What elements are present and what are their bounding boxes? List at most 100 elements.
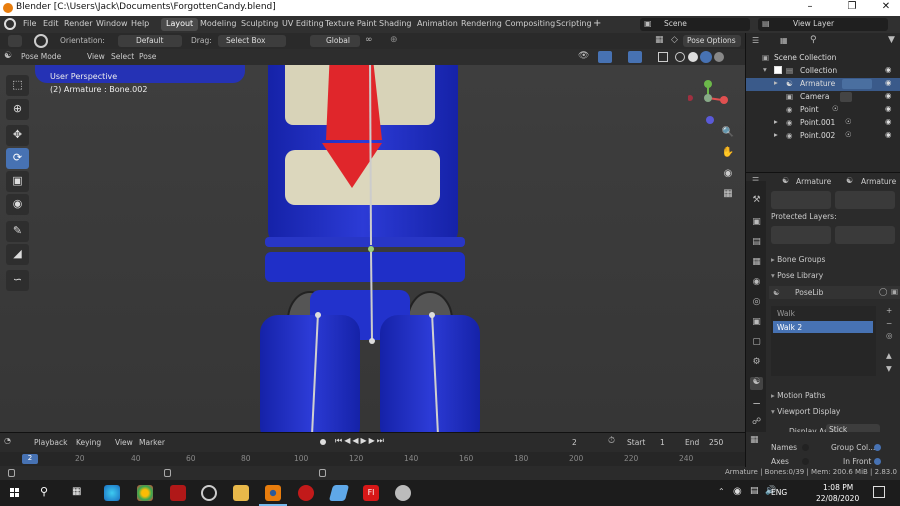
axes-checkbox[interactable]: [802, 458, 809, 465]
playback-controls-icon[interactable]: ⏮◀◀▶▶⏭: [335, 436, 386, 446]
edge-icon[interactable]: [104, 485, 120, 501]
orientation-dropdown[interactable]: Default: [118, 35, 182, 47]
frame-ruler[interactable]: 2 20 40 60 80 100 120 140 160 180 200 22…: [0, 452, 745, 466]
editor-type-icon[interactable]: [8, 35, 22, 47]
move-down-button[interactable]: ▼: [886, 364, 892, 373]
cursor-tool-icon[interactable]: ⊕: [6, 99, 29, 120]
app-icon-circle-red[interactable]: [298, 485, 314, 501]
poselib-datablock[interactable]: ☯ PoseLib ◯ ▣: [769, 286, 900, 299]
material-shading-icon[interactable]: [700, 51, 712, 63]
move-up-button[interactable]: ▲: [886, 351, 892, 360]
close-button[interactable]: ✕: [872, 1, 900, 12]
annotate-tool-icon[interactable]: ✎: [6, 221, 29, 242]
end-frame-field[interactable]: 250: [709, 438, 723, 447]
viewport-display-panel[interactable]: ▾ Viewport Display: [771, 407, 840, 416]
playhead[interactable]: 2: [22, 454, 38, 464]
render-tab-icon[interactable]: ▣: [750, 217, 763, 230]
menu-keying[interactable]: Keying: [76, 438, 101, 447]
navigation-gizmo[interactable]: [687, 78, 738, 128]
pan-hand-icon[interactable]: ✋: [720, 147, 736, 163]
pose-breakdowner-tool-icon[interactable]: ∽: [6, 270, 29, 291]
modifier-tab-icon[interactable]: ⚙: [750, 357, 763, 370]
menu-window[interactable]: Window: [96, 19, 128, 28]
steam-icon[interactable]: ◉: [733, 486, 742, 497]
protected-layers-field-right[interactable]: [835, 226, 895, 244]
tab-layout[interactable]: Layout: [161, 18, 199, 31]
visibility-eye-icon[interactable]: ◉: [885, 78, 892, 87]
pose-list-item[interactable]: Walk: [777, 309, 795, 318]
mirror-icon[interactable]: ◇: [671, 35, 683, 47]
zoom-icon[interactable]: 🔍: [720, 127, 736, 143]
transform-tool-icon[interactable]: ◉: [6, 194, 29, 215]
menu-select[interactable]: Select: [111, 52, 134, 61]
network-icon[interactable]: ▤: [750, 486, 759, 496]
outliner-row-point-002[interactable]: ▸ ◉ Point.002 ☉ ◉: [746, 130, 900, 143]
chrome-icon[interactable]: [137, 485, 153, 501]
menu-view-timeline[interactable]: View: [115, 438, 133, 447]
active-tool-icon[interactable]: [34, 34, 48, 48]
tab-modeling[interactable]: Modeling: [195, 18, 241, 31]
camera-view-icon[interactable]: ◉: [720, 168, 736, 184]
select-box-tool-icon[interactable]: ⬚: [6, 75, 29, 96]
menu-playback[interactable]: Playback: [34, 438, 67, 447]
remove-pose-button[interactable]: −: [886, 319, 892, 328]
bone-constraint-tab-icon[interactable]: ☍: [750, 417, 763, 430]
texture-tab-icon[interactable]: ▦: [750, 435, 759, 445]
solid-shading-icon[interactable]: [688, 52, 698, 62]
tool-tab-icon[interactable]: ⚒: [750, 195, 763, 208]
outliner-row-point[interactable]: ◉ Point ☉ ◉: [746, 104, 900, 117]
snap-icon[interactable]: ⊕: [390, 35, 410, 47]
menu-help[interactable]: Help: [131, 19, 149, 28]
mode-dropdown[interactable]: Pose Mode: [21, 52, 61, 61]
xray-icon[interactable]: [658, 52, 668, 62]
scene-selector[interactable]: ▣ Scene: [640, 18, 750, 31]
layers-field-left[interactable]: [771, 191, 831, 209]
clock-time[interactable]: 1:08 PM: [823, 483, 853, 492]
group-colors-checkbox[interactable]: [874, 444, 881, 451]
timeline-editor-icon[interactable]: ◔: [4, 436, 22, 447]
notification-icon[interactable]: [873, 486, 885, 498]
file-explorer-icon[interactable]: [233, 485, 249, 501]
minimize-button[interactable]: –: [796, 1, 824, 12]
rotate-tool-icon[interactable]: ⟳: [6, 148, 29, 169]
expand-arrow-icon[interactable]: ▸: [774, 78, 778, 87]
fake-user-icon[interactable]: ◯: [879, 287, 887, 296]
drag-dropdown[interactable]: Select Box: [218, 35, 286, 47]
stopwatch-icon[interactable]: ⏱: [608, 436, 615, 446]
visibility-eye-icon[interactable]: ◉: [885, 91, 892, 100]
view-layer-tab-icon[interactable]: ▦: [750, 257, 763, 270]
outliner-row-armature[interactable]: ▸ ☯ Armature ◉: [746, 78, 900, 91]
perspective-toggle-icon[interactable]: ▦: [720, 188, 736, 204]
search-icon[interactable]: ⚲: [40, 485, 48, 498]
display-mode-icon[interactable]: ▦: [780, 36, 792, 47]
bone-groups-panel[interactable]: ▸ Bone Groups: [771, 255, 825, 264]
outliner-row-collection[interactable]: ▾ ▤ Collection ◉: [746, 65, 900, 78]
start-frame-field[interactable]: 1: [660, 438, 665, 447]
menu-file[interactable]: File: [23, 19, 36, 28]
pose-library-panel[interactable]: ▾ Pose Library: [771, 271, 823, 280]
move-tool-icon[interactable]: ✥: [6, 125, 29, 146]
scene-tab-icon[interactable]: ◉: [750, 277, 763, 290]
app-icon-gray[interactable]: [395, 485, 411, 501]
object-tab-icon[interactable]: ▢: [750, 337, 763, 350]
task-view-icon[interactable]: ▦: [72, 486, 81, 497]
tab-scripting[interactable]: Scripting: [551, 18, 597, 31]
transform-orientation-dropdown[interactable]: Global: [310, 35, 360, 47]
menu-pose[interactable]: Pose: [139, 52, 156, 61]
visibility-icon[interactable]: 👁: [578, 51, 592, 63]
obs-icon[interactable]: [201, 485, 217, 501]
menu-marker[interactable]: Marker: [139, 438, 165, 447]
clock-date[interactable]: 22/08/2020: [816, 494, 859, 503]
in-front-checkbox[interactable]: [874, 458, 881, 465]
menu-render[interactable]: Render: [64, 19, 92, 28]
visibility-eye-icon[interactable]: ◉: [885, 117, 892, 126]
menu-edit[interactable]: Edit: [43, 19, 59, 28]
pivot-icon[interactable]: ∞: [365, 35, 385, 47]
protected-layers-field-left[interactable]: [771, 226, 831, 244]
windows-start-icon[interactable]: [10, 488, 20, 498]
outliner-row-point-001[interactable]: ▸ ◉ Point.001 ☉ ◉: [746, 117, 900, 130]
gizmo-toggle-icon[interactable]: [598, 51, 612, 63]
current-frame-field[interactable]: 2: [572, 438, 577, 447]
overlay-toggle-icon[interactable]: [628, 51, 642, 63]
layers-field-right[interactable]: [835, 191, 895, 209]
